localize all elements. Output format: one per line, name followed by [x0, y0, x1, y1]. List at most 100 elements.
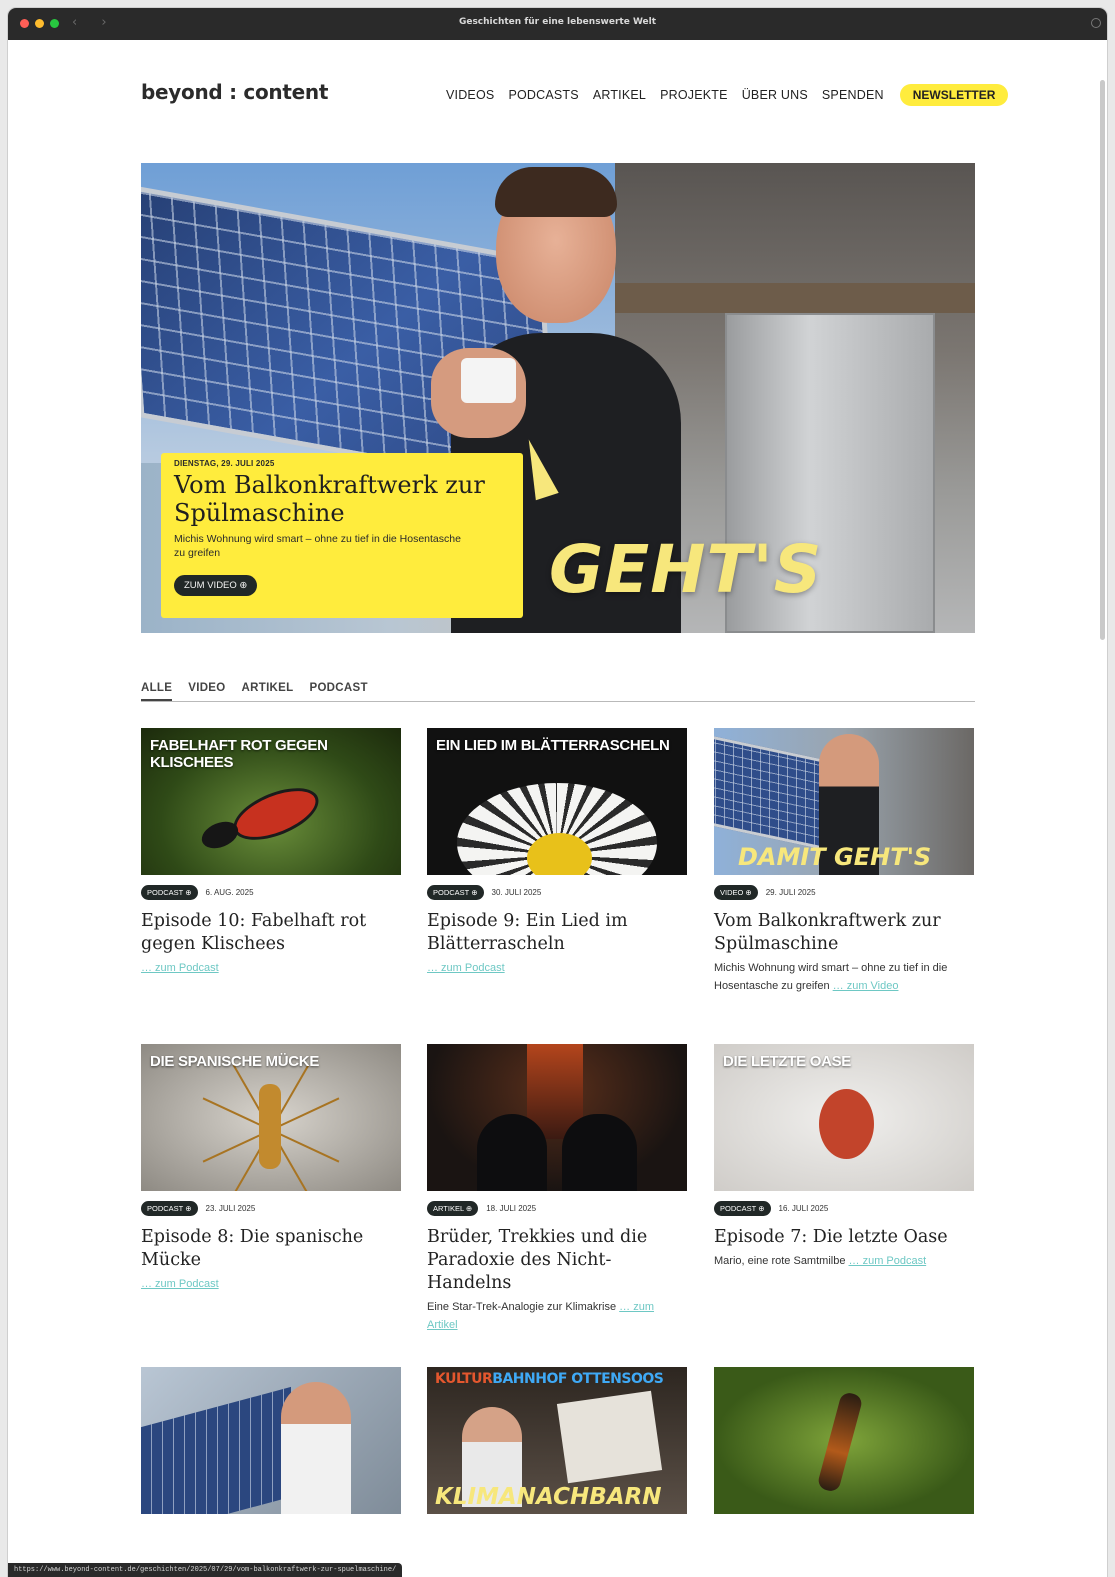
card-thumbnail[interactable]: DIE LETZTE OASE — [714, 1044, 974, 1191]
thumbnail-caption: DIE LETZTE OASE — [723, 1053, 852, 1070]
content-card[interactable]: DAMIT GEHT'S VIDEO ⊕ 29. JULI 2025 Vom B… — [714, 728, 974, 995]
nav-spenden[interactable]: SPENDEN — [822, 88, 884, 102]
content-card[interactable]: FABELHAFT ROT GEGEN KLISCHEES PODCAST ⊕ … — [141, 728, 401, 974]
silhouette-left — [477, 1114, 547, 1191]
card-teaser: Eine Star-Trek-Analogie zur Klimakrise …… — [427, 1298, 687, 1334]
card-date: 30. JULI 2025 — [491, 887, 542, 897]
hero-teaser: Michis Wohnung wird smart – ohne zu tief… — [174, 533, 461, 559]
nav-podcasts[interactable]: PODCASTS — [508, 88, 578, 102]
presenter-hair — [495, 167, 617, 217]
thumbnail-caption: KLIMANACHBARN — [435, 1484, 662, 1510]
tab-podcast[interactable]: PODCAST — [309, 682, 367, 701]
card-thumbnail[interactable]: DAMIT GEHT'S — [714, 728, 974, 875]
hero-card: DIENSTAG, 29. JULI 2025 Vom Balkonkraftw… — [161, 453, 523, 618]
window-title: Geschichten für eine lebenswerte Welt — [458, 17, 657, 27]
card-link[interactable]: … zum Podcast — [849, 1255, 927, 1267]
daisy-center — [527, 833, 592, 875]
type-badge: PODCAST ⊕ — [141, 884, 198, 900]
content-card[interactable] — [714, 1367, 974, 1514]
content-card[interactable]: DIE SPANISCHE MÜCKE PODCAST ⊕ 23. JULI 2… — [141, 1044, 401, 1290]
silhouette-right — [562, 1114, 637, 1191]
type-badge: ARTIKEL ⊕ — [427, 1200, 479, 1216]
card-thumbnail[interactable]: KULTURBAHNHOF OTTENSOOS KLIMANACHBARN — [427, 1367, 687, 1514]
bug-body — [226, 777, 326, 851]
site-logo[interactable]: beyond : content — [141, 80, 328, 104]
card-title[interactable]: Episode 9: Ein Lied im Blätterrascheln — [427, 910, 687, 956]
browser-window: ‹ › Geschichten für eine lebenswerte Wel… — [8, 8, 1107, 1577]
card-link[interactable]: … zum Podcast — [141, 1278, 401, 1290]
mosquito-body — [259, 1084, 281, 1169]
card-teaser: Mario, eine rote Samtmilbe … zum Podcast — [714, 1252, 974, 1270]
hero-image-text: GEHT'S — [549, 531, 823, 608]
thumbnail-caption-top: KULTURBAHNHOF OTTENSOOS — [435, 1371, 664, 1387]
thumbnail-caption: DAMIT GEHT'S — [738, 843, 932, 871]
card-meta: PODCAST ⊕ 6. AUG. 2025 — [141, 883, 401, 901]
thumbnail-caption: EIN LIED IM BLÄTTERRASCHELN — [436, 737, 670, 754]
hero-title[interactable]: Vom Balkonkraftwerk zur Spülmaschine — [174, 471, 510, 527]
card-date: 23. JULI 2025 — [205, 1203, 256, 1213]
status-bar-url: https://www.beyond-content.de/geschichte… — [8, 1563, 403, 1577]
newspaper-image — [556, 1390, 663, 1484]
card-link[interactable]: … zum Podcast — [141, 962, 401, 974]
kultur-word: KULTUR — [435, 1371, 493, 1387]
type-badge: PODCAST ⊕ — [141, 1200, 198, 1216]
card-meta: ARTIKEL ⊕ 18. JULI 2025 — [427, 1199, 687, 1217]
card-link[interactable]: … zum Podcast — [427, 962, 687, 974]
nav-ueber-uns[interactable]: ÜBER UNS — [742, 88, 808, 102]
card-thumbnail[interactable] — [427, 1044, 687, 1191]
power-icon[interactable] — [1091, 18, 1101, 28]
content-card[interactable] — [141, 1367, 401, 1514]
card-thumbnail[interactable]: EIN LIED IM BLÄTTERRASCHELN — [427, 728, 687, 875]
mite-image — [819, 1089, 874, 1159]
page-scrollbar[interactable] — [1100, 80, 1105, 640]
thumbnail-caption: DIE SPANISCHE MÜCKE — [150, 1053, 320, 1070]
card-date: 6. AUG. 2025 — [205, 887, 254, 897]
solar-panel-image — [141, 1386, 291, 1514]
card-thumbnail[interactable] — [714, 1367, 974, 1514]
hero-feature[interactable]: GEHT'S DIENSTAG, 29. JULI 2025 Vom Balko… — [141, 163, 975, 633]
card-teaser: Michis Wohnung wird smart – ohne zu tief… — [714, 959, 974, 995]
installer-image — [281, 1382, 351, 1514]
content-card[interactable]: DIE LETZTE OASE PODCAST ⊕ 16. JULI 2025 … — [714, 1044, 974, 1270]
card-thumbnail[interactable] — [141, 1367, 401, 1514]
type-badge: PODCAST ⊕ — [427, 884, 484, 900]
tab-artikel[interactable]: ARTIKEL — [242, 682, 294, 701]
zum-video-button[interactable]: ZUM VIDEO ⊕ — [174, 575, 258, 596]
newsletter-button[interactable]: NEWSLETTER — [899, 84, 1009, 106]
card-teaser-text: Mario, eine rote Samtmilbe — [714, 1255, 846, 1267]
card-title[interactable]: Episode 10: Fabelhaft rot gegen Klischee… — [141, 910, 401, 956]
card-title[interactable]: Episode 7: Die letzte Oase — [714, 1226, 974, 1249]
card-teaser-text: Eine Star-Trek-Analogie zur Klimakrise — [427, 1301, 617, 1313]
card-meta: VIDEO ⊕ 29. JULI 2025 — [714, 883, 974, 901]
card-thumbnail[interactable]: FABELHAFT ROT GEGEN KLISCHEES — [141, 728, 401, 875]
card-date: 16. JULI 2025 — [778, 1203, 829, 1213]
card-title[interactable]: Vom Balkonkraftwerk zur Spülmaschine — [714, 910, 974, 956]
tab-video[interactable]: VIDEO — [188, 682, 225, 701]
card-thumbnail[interactable]: DIE SPANISCHE MÜCKE — [141, 1044, 401, 1191]
main-navigation: VIDEOS PODCASTS ARTIKEL PROJEKTE ÜBER UN… — [446, 84, 1009, 106]
nav-artikel[interactable]: ARTIKEL — [593, 88, 646, 102]
card-date: 29. JULI 2025 — [765, 887, 816, 897]
content-card[interactable]: KULTURBAHNHOF OTTENSOOS KLIMANACHBARN — [427, 1367, 687, 1514]
solar-panel-image — [714, 734, 834, 852]
nav-videos[interactable]: VIDEOS — [446, 88, 494, 102]
content-filter-tabs: ALLE VIDEO ARTIKEL PODCAST — [141, 682, 975, 702]
type-badge: VIDEO ⊕ — [714, 884, 758, 900]
window-titlebar: ‹ › Geschichten für eine lebenswerte Wel… — [8, 8, 1107, 40]
hero-date: DIENSTAG, 29. JULI 2025 — [174, 459, 275, 468]
card-date: 18. JULI 2025 — [486, 1203, 537, 1213]
card-title[interactable]: Brüder, Trekkies und die Paradoxie des N… — [427, 1226, 687, 1295]
card-title[interactable]: Episode 8: Die spanische Mücke — [141, 1226, 401, 1272]
card-link[interactable]: … zum Video — [833, 980, 899, 992]
card-teaser-text: Michis Wohnung wird smart – ohne zu tief… — [714, 962, 948, 992]
content-card[interactable]: EIN LIED IM BLÄTTERRASCHELN PODCAST ⊕ 30… — [427, 728, 687, 974]
page-content: beyond : content VIDEOS PODCASTS ARTIKEL… — [8, 40, 1107, 1577]
tab-alle[interactable]: ALLE — [141, 682, 173, 701]
smart-plug-image — [461, 358, 516, 403]
nav-projekte[interactable]: PROJEKTE — [660, 88, 728, 102]
bahnhof-words: BAHNHOF OTTENSOOS — [492, 1371, 664, 1387]
card-meta: PODCAST ⊕ 30. JULI 2025 — [427, 883, 687, 901]
type-badge: PODCAST ⊕ — [714, 1200, 771, 1216]
content-card[interactable]: ARTIKEL ⊕ 18. JULI 2025 Brüder, Trekkies… — [427, 1044, 687, 1334]
card-meta: PODCAST ⊕ 23. JULI 2025 — [141, 1199, 401, 1217]
